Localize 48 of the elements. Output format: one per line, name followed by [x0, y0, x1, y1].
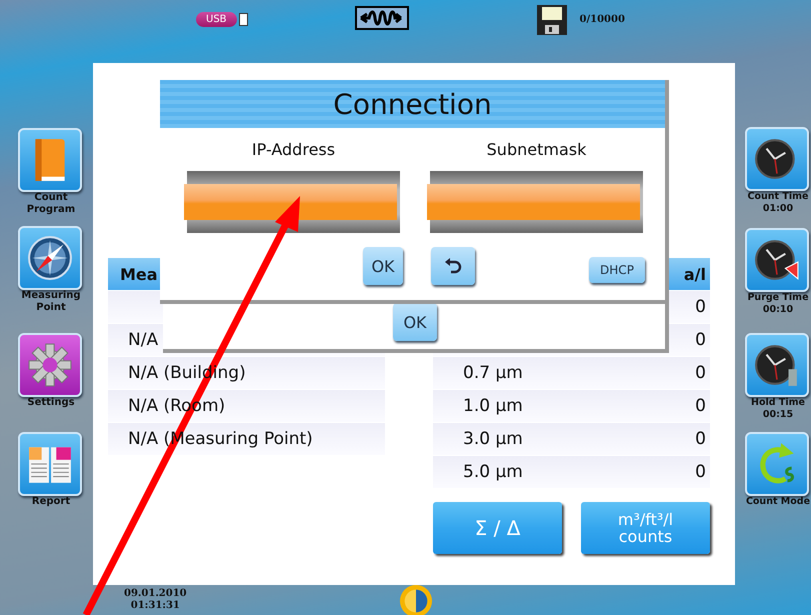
column-header: Mea — [120, 264, 158, 284]
time-value: 00:10 — [762, 304, 794, 316]
field-label: IP-Address — [252, 140, 336, 159]
particle-count: 0 — [695, 363, 706, 383]
compass-icon — [27, 235, 73, 281]
usb-indicator: USB — [196, 12, 248, 26]
input-field[interactable] — [187, 171, 400, 233]
wave-icon — [354, 6, 409, 30]
particle-count: 0 — [695, 297, 706, 317]
time-value: 00:15 — [762, 409, 794, 421]
particle-count: 0 — [695, 396, 706, 416]
sidebar-label: Count Time — [746, 191, 810, 203]
particle-size: 3.0 µm — [463, 429, 523, 449]
particle-size: 1.0 µm — [463, 396, 523, 416]
sidebar-button[interactable] — [745, 127, 809, 191]
sidebar-label: Count Program — [26, 192, 76, 216]
sidebar-button[interactable] — [745, 333, 809, 397]
input-field[interactable] — [430, 171, 643, 233]
undo-button[interactable] — [431, 247, 475, 285]
particle-size: 0.7 µm — [463, 363, 523, 383]
clock-hourglass-icon — [754, 342, 800, 388]
dhcp-button[interactable]: DHCP — [589, 257, 645, 283]
sidebar-label: Report — [30, 496, 72, 508]
undo-icon — [443, 256, 463, 276]
brightness-icon[interactable] — [398, 584, 433, 615]
dialog-title: Connection — [160, 80, 665, 128]
column-header: a/l — [684, 264, 706, 284]
date-text: 09.01.2010 — [124, 588, 187, 600]
sidebar-label: Settings — [26, 397, 76, 409]
particle-size: 5.0 µm — [463, 462, 523, 482]
field-label: Subnetmask — [486, 140, 586, 159]
sidebar-label: Purge Time — [746, 292, 810, 304]
particle-count: 0 — [695, 462, 706, 482]
ok-button[interactable]: OK — [363, 247, 403, 285]
ok-button[interactable]: OK — [393, 303, 437, 341]
gear-icon — [27, 342, 73, 388]
sidebar-button[interactable] — [18, 226, 82, 290]
memory-count: 0/10000 — [580, 14, 625, 24]
time-text: 01:31:31 — [130, 600, 180, 612]
clock-windsock-icon — [754, 237, 800, 283]
sidebar-label: Hold Time — [750, 397, 806, 409]
particle-count: 0 — [695, 429, 706, 449]
sidebar-button[interactable] — [745, 228, 809, 292]
sidebar-label: Count Mode — [745, 496, 811, 508]
particle-count: 0 — [695, 330, 706, 350]
time-value: 01:00 — [762, 203, 794, 215]
location-cell: N/A — [128, 330, 158, 350]
sidebar-label: Measuring Point — [20, 290, 82, 314]
